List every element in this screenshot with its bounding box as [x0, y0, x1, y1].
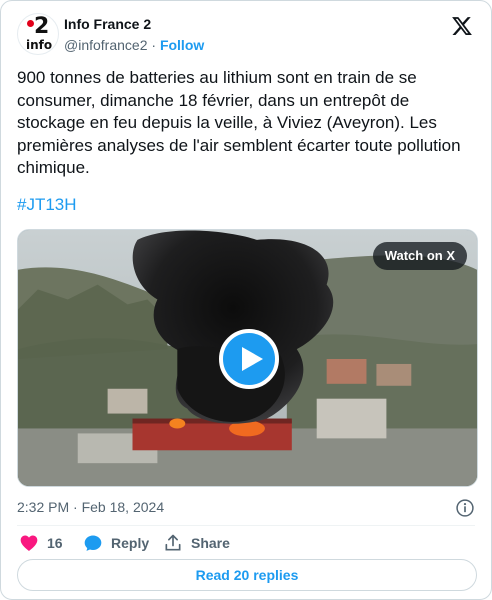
tweet-card: 2 info Info France 2 @infofrance2 · Foll…: [0, 0, 492, 600]
reply-bubble-icon: [84, 535, 102, 551]
divider: [17, 525, 475, 526]
watch-on-x-button[interactable]: Watch on X: [372, 242, 467, 270]
play-button[interactable]: [219, 329, 279, 389]
brand-dot: [27, 20, 34, 27]
author-handle[interactable]: @infofrance2: [64, 37, 147, 53]
avatar[interactable]: 2 info: [17, 13, 59, 55]
video-player[interactable]: Watch on X: [17, 229, 478, 487]
tweet-timestamp[interactable]: 2:32 PM · Feb 18, 2024: [17, 499, 164, 515]
hashtag-link[interactable]: #JT13H: [17, 195, 77, 215]
meta-separator: ·: [73, 499, 78, 515]
x-logo-icon[interactable]: [451, 15, 473, 37]
like-count: 16: [47, 535, 63, 551]
heart-icon: [20, 535, 38, 551]
reply-button[interactable]: Reply: [83, 533, 149, 553]
tweet-time: 2:32 PM: [17, 499, 70, 515]
play-icon: [242, 347, 263, 371]
share-button[interactable]: Share: [163, 533, 230, 553]
author-display-name[interactable]: Info France 2: [64, 16, 151, 32]
share-label: Share: [191, 535, 230, 551]
info-icon[interactable]: [455, 498, 475, 518]
author-handle-row: @infofrance2 · Follow: [64, 37, 204, 53]
read-replies-button[interactable]: Read 20 replies: [17, 559, 477, 591]
separator-dot: ·: [151, 37, 157, 53]
action-bar: 16 Reply Share: [17, 533, 475, 553]
tweet-text: 900 tonnes de batteries au lithium sont …: [17, 68, 461, 177]
avatar-logo-word: info: [26, 38, 53, 52]
reply-label: Reply: [111, 535, 150, 551]
tweet-header: 2 info Info France 2 @infofrance2 · Foll…: [17, 13, 475, 57]
follow-button[interactable]: Follow: [160, 37, 204, 53]
share-icon: [165, 534, 181, 551]
avatar-logo-digit: 2: [34, 14, 50, 39]
tweet-date: Feb 18, 2024: [81, 499, 165, 515]
like-button[interactable]: 16: [19, 533, 63, 553]
